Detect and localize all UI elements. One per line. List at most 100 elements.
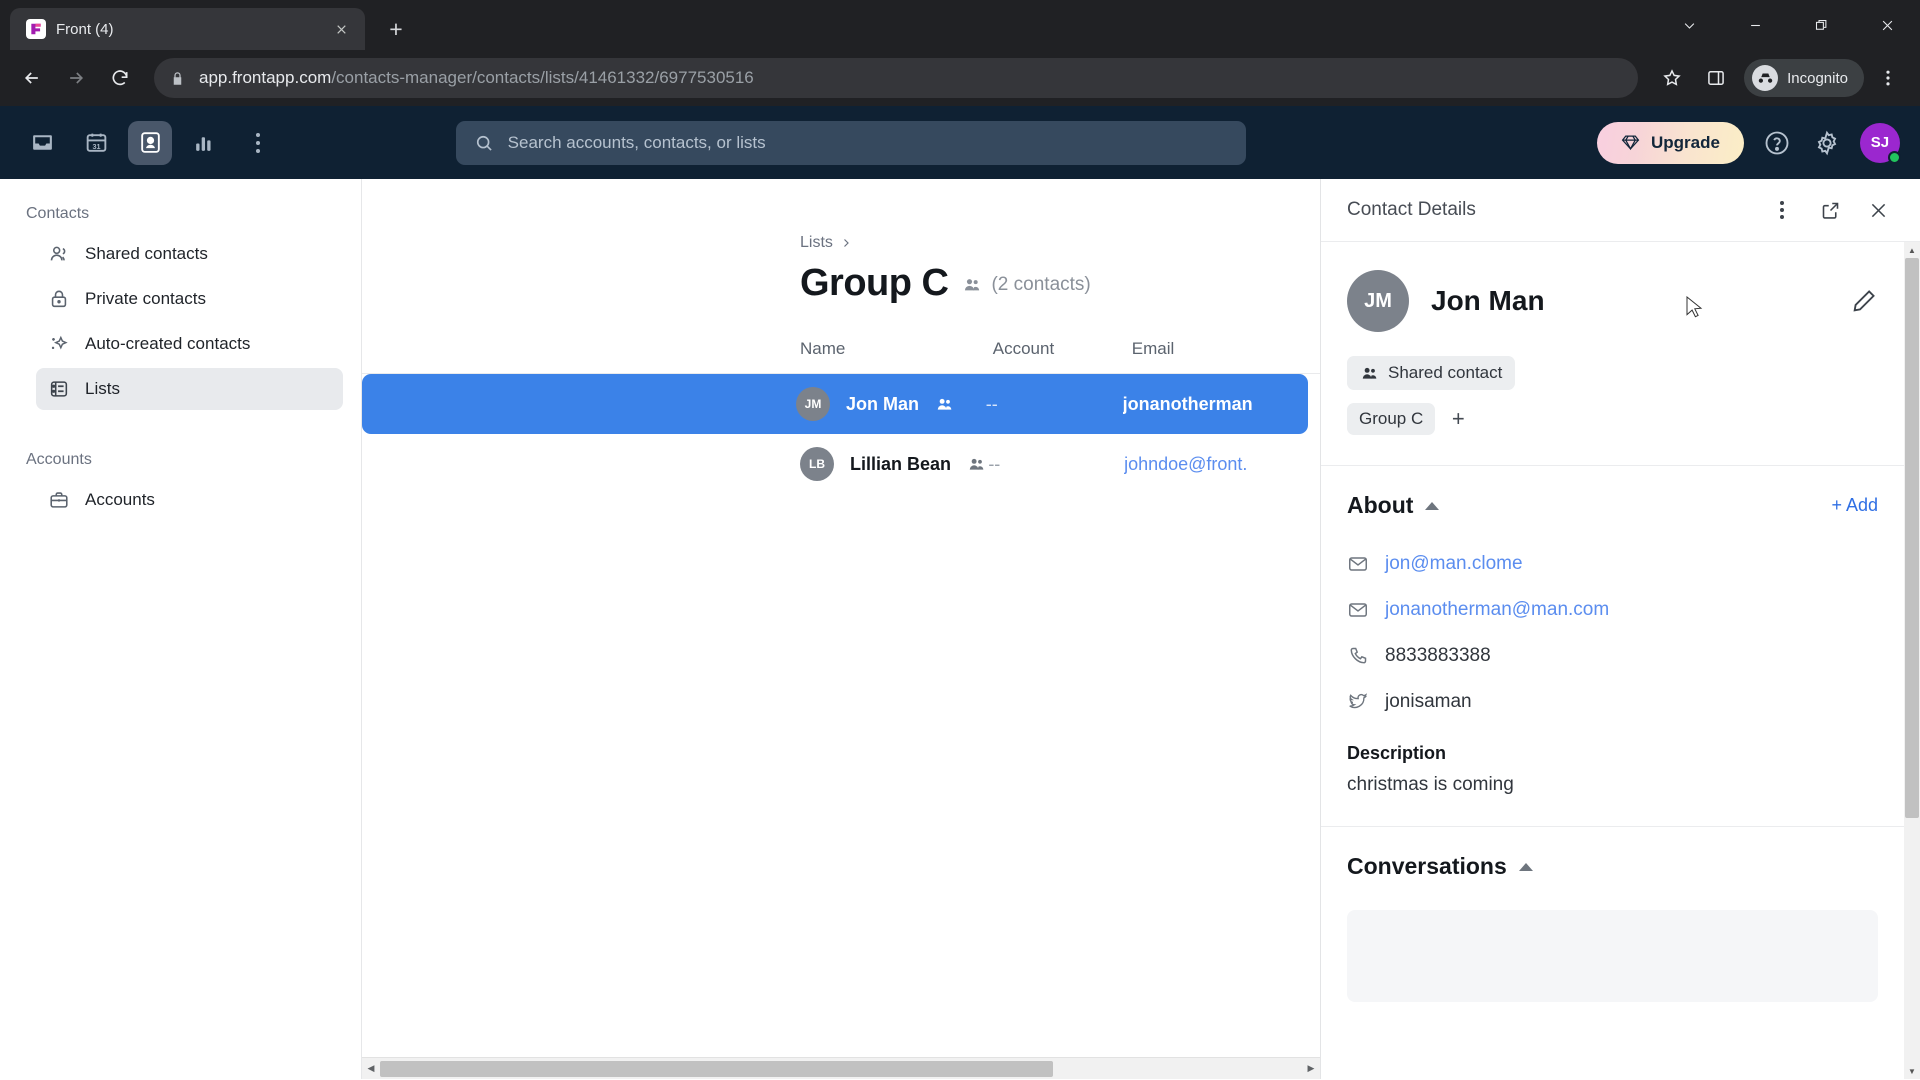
email-field[interactable]: jon@man.clome bbox=[1347, 541, 1878, 587]
kebab-menu-icon[interactable] bbox=[1868, 58, 1908, 98]
scroll-left-arrow-icon[interactable]: ◀ bbox=[362, 1063, 380, 1074]
window-controls bbox=[1656, 0, 1920, 50]
table-row[interactable]: LB Lillian Bean -- johndoe@front. bbox=[362, 434, 1308, 494]
column-header-email[interactable]: Email bbox=[1132, 339, 1320, 359]
back-arrow-icon[interactable] bbox=[12, 58, 52, 98]
avatar[interactable]: SJ bbox=[1859, 122, 1901, 164]
browser-tab[interactable]: Front (4) bbox=[10, 8, 365, 50]
address-bar[interactable]: app.frontapp.com/contacts-manager/contac… bbox=[154, 58, 1639, 98]
minimize-icon[interactable] bbox=[1722, 0, 1788, 50]
column-header-account[interactable]: Account bbox=[993, 339, 1132, 359]
open-external-icon[interactable] bbox=[1810, 190, 1850, 230]
lock-icon bbox=[51, 290, 67, 308]
people-filled-icon bbox=[965, 279, 980, 291]
app-top-nav: 31 Search accounts, contacts, or lists U… bbox=[0, 106, 1920, 179]
horizontal-scrollbar[interactable]: ◀ ▶ bbox=[362, 1057, 1320, 1079]
sidebar-item-private-contacts[interactable]: Private contacts bbox=[36, 278, 343, 320]
star-icon[interactable] bbox=[1652, 58, 1692, 98]
sidebar-item-lists[interactable]: Lists bbox=[36, 368, 343, 410]
forward-arrow-icon[interactable] bbox=[56, 58, 96, 98]
twitter-value[interactable]: jonisaman bbox=[1385, 691, 1472, 713]
add-field-button[interactable]: + Add bbox=[1831, 495, 1878, 516]
add-tag-button[interactable]: + bbox=[1443, 404, 1473, 434]
scroll-right-arrow-icon[interactable]: ▶ bbox=[1302, 1063, 1320, 1074]
sidebar-item-auto-created-contacts[interactable]: Auto-created contacts bbox=[36, 323, 343, 365]
contact-details-panel: Contact Details JM Jon Man Shared contac… bbox=[1320, 179, 1920, 1079]
sidebar-group-title-accounts: Accounts bbox=[26, 451, 92, 468]
section-title: About bbox=[1347, 492, 1414, 518]
restore-icon[interactable] bbox=[1788, 0, 1854, 50]
search-input[interactable]: Search accounts, contacts, or lists bbox=[455, 120, 1246, 165]
email-value[interactable]: jonanotherman@man.com bbox=[1385, 599, 1609, 621]
caret-up-icon[interactable] bbox=[1518, 862, 1533, 871]
email-icon bbox=[1349, 603, 1367, 617]
chevron-down-icon[interactable] bbox=[1656, 0, 1722, 50]
pencil-icon[interactable] bbox=[1850, 287, 1878, 315]
table-row[interactable]: JM Jon Man -- jonanotherman bbox=[362, 374, 1308, 434]
cell-name: LB Lillian Bean bbox=[362, 447, 988, 481]
calendar-icon[interactable]: 31 bbox=[74, 121, 118, 165]
cell-email: johndoe@front. bbox=[1124, 453, 1248, 474]
twitter-field[interactable]: jonisaman bbox=[1347, 679, 1878, 725]
sidebar-item-shared-contacts[interactable]: Shared contacts bbox=[36, 233, 343, 275]
front-app: 31 Search accounts, contacts, or lists U… bbox=[0, 106, 1920, 1079]
reload-icon[interactable] bbox=[100, 58, 140, 98]
list-header: Group C (2 contacts) bbox=[362, 262, 1320, 305]
close-window-icon[interactable] bbox=[1854, 0, 1920, 50]
contact-name: Jon Man bbox=[846, 393, 920, 414]
incognito-indicator[interactable]: Incognito bbox=[1744, 59, 1864, 97]
diamond-icon bbox=[1621, 135, 1640, 151]
status-badge-label: Shared contact bbox=[1388, 363, 1503, 382]
scroll-down-arrow-icon[interactable]: ▼ bbox=[1904, 1063, 1920, 1079]
contacts-table: Name Account Email JM Jon Man -- jonanot… bbox=[362, 339, 1320, 494]
panel-actions bbox=[1762, 190, 1898, 230]
url-path: /contacts-manager/contacts/lists/4146133… bbox=[331, 68, 754, 87]
table-header-row: Name Account Email bbox=[362, 339, 1320, 374]
description-value: christmas is coming bbox=[1347, 774, 1514, 795]
horizontal-scrollbar-track[interactable] bbox=[380, 1058, 1302, 1080]
list-view: Lists Group C (2 contacts) Name Account … bbox=[362, 179, 1320, 1079]
horizontal-scrollbar-thumb[interactable] bbox=[380, 1060, 1054, 1077]
front-logo-icon bbox=[26, 19, 46, 39]
address-bar-url: app.frontapp.com/contacts-manager/contac… bbox=[199, 68, 754, 88]
tag-chip[interactable]: Group C bbox=[1347, 403, 1436, 435]
caret-up-icon[interactable] bbox=[1425, 501, 1440, 510]
avatar: LB bbox=[800, 447, 834, 481]
analytics-icon[interactable] bbox=[182, 121, 226, 165]
breadcrumb: Lists bbox=[362, 234, 1320, 252]
sidebar-group-title-contacts: Contacts bbox=[26, 205, 90, 222]
scroll-up-arrow-icon[interactable]: ▲ bbox=[1904, 242, 1920, 258]
sidebar-item-accounts[interactable]: Accounts bbox=[36, 479, 343, 521]
about-section: About + Add jon@man.clome jonanotherman@… bbox=[1321, 466, 1904, 796]
cell-account: -- bbox=[988, 453, 1001, 474]
breadcrumb-lists[interactable]: Lists bbox=[800, 234, 833, 252]
vertical-scrollbar[interactable]: ▲ ▼ bbox=[1904, 242, 1920, 1079]
contact-tags: Group C + bbox=[1347, 403, 1878, 435]
kebab-menu-icon[interactable] bbox=[1762, 190, 1802, 230]
sidebar: Contacts Shared contacts Private contact… bbox=[0, 179, 362, 1079]
contacts-icon[interactable] bbox=[128, 120, 172, 165]
email-field[interactable]: jonanotherman@man.com bbox=[1347, 587, 1878, 633]
sparkles-icon bbox=[51, 335, 68, 350]
contact-name: Lillian Bean bbox=[850, 453, 952, 474]
cell-name: JM Jon Man bbox=[362, 387, 986, 421]
phone-field[interactable]: 8833883388 bbox=[1347, 633, 1878, 679]
email-value[interactable]: jon@man.clome bbox=[1385, 553, 1523, 575]
upgrade-button[interactable]: Upgrade bbox=[1597, 121, 1744, 164]
help-icon[interactable] bbox=[1760, 126, 1794, 160]
new-tab-button[interactable]: + bbox=[379, 12, 413, 46]
vertical-scrollbar-thumb[interactable] bbox=[1905, 258, 1919, 818]
cell-email: jonanotherman bbox=[1122, 393, 1253, 414]
chevron-right-icon bbox=[843, 239, 849, 247]
more-icon[interactable] bbox=[236, 121, 280, 165]
page-title: Group C bbox=[800, 262, 949, 304]
side-panel-icon[interactable] bbox=[1696, 58, 1736, 98]
phone-value[interactable]: 8833883388 bbox=[1385, 645, 1491, 667]
column-header-name[interactable]: Name bbox=[362, 339, 993, 359]
gear-icon[interactable] bbox=[1810, 126, 1844, 160]
inbox-icon[interactable] bbox=[20, 121, 64, 165]
close-icon[interactable] bbox=[329, 17, 353, 41]
close-icon[interactable] bbox=[1858, 190, 1898, 230]
contact-name: Jon Man bbox=[1431, 285, 1545, 316]
